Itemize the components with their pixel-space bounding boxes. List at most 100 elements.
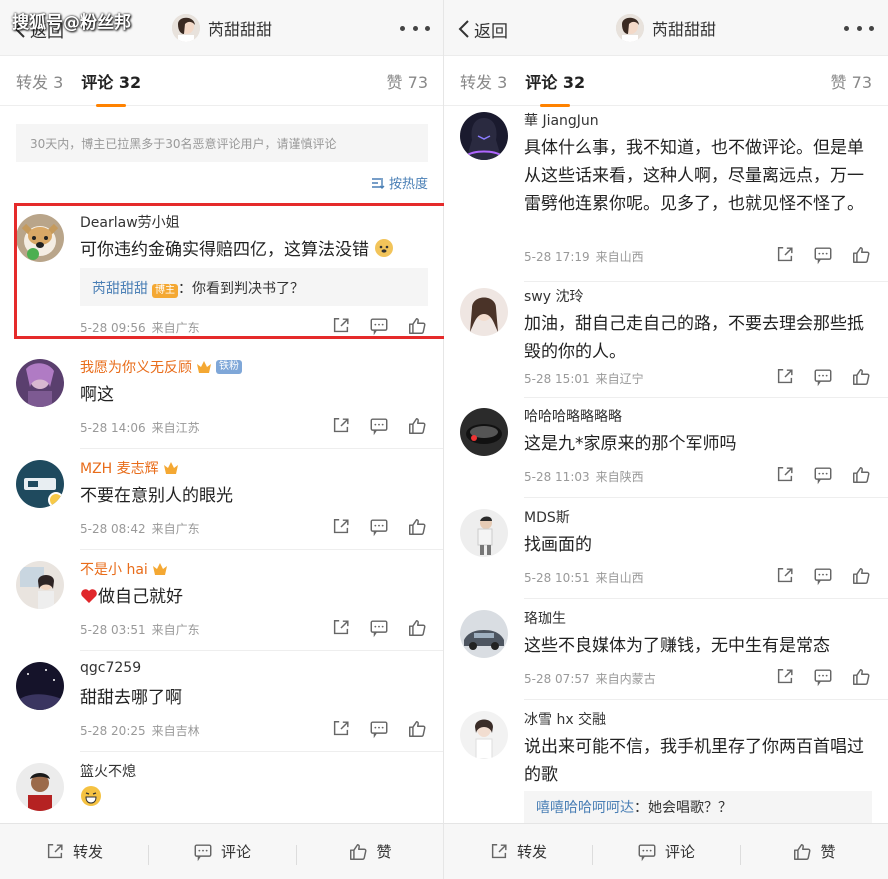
comment-actions bbox=[758, 666, 872, 688]
comment-location: 来自辽宁 bbox=[595, 372, 644, 386]
comment-icon[interactable] bbox=[812, 565, 834, 587]
bottom-like-button[interactable]: 赞 bbox=[740, 841, 888, 865]
comment-icon[interactable] bbox=[812, 666, 834, 688]
nested-reply[interactable]: 嘻嘻哈哈呵呵达：她会唱歌？？ bbox=[524, 791, 872, 823]
share-icon[interactable] bbox=[774, 565, 796, 587]
avatar[interactable] bbox=[460, 112, 508, 160]
comment-icon[interactable] bbox=[368, 617, 390, 639]
header-user[interactable]: 芮甜甜甜 bbox=[171, 14, 272, 42]
like-icon[interactable] bbox=[406, 315, 428, 337]
divider bbox=[80, 751, 444, 752]
more-options-icon[interactable] bbox=[400, 20, 430, 36]
tab-repost[interactable]: 转发 3 bbox=[460, 69, 507, 93]
comment-notice: 30天内，博主已拉黑多于30名恶意评论用户，请谨慎评论 bbox=[16, 124, 428, 162]
author-reply[interactable]: 芮甜甜甜 博主 ：你看到判决书了？ bbox=[80, 268, 428, 306]
tab-likes[interactable]: 赞 73 bbox=[831, 69, 872, 93]
comment-actions bbox=[758, 244, 872, 266]
commenter-name-text: 不是小 hai bbox=[80, 562, 148, 578]
right-bottom-action-bar: 转发 评论 赞 bbox=[444, 823, 888, 879]
back-button[interactable]: 返回 bbox=[458, 16, 508, 42]
tab-repost[interactable]: 转发 3 bbox=[16, 69, 63, 93]
commenter-name[interactable]: 哈哈哈略略略略 bbox=[524, 406, 622, 426]
tab-comments[interactable]: 评论 32 bbox=[525, 69, 585, 93]
share-icon[interactable] bbox=[330, 415, 352, 437]
commenter-name[interactable]: 不是小 hai bbox=[80, 559, 168, 579]
like-icon[interactable] bbox=[850, 366, 872, 388]
share-icon[interactable] bbox=[774, 366, 796, 388]
commenter-name[interactable]: 珞珈生 bbox=[524, 608, 566, 628]
commenter-name[interactable]: 冰雪 hx 交融 bbox=[524, 709, 606, 729]
divider bbox=[80, 549, 444, 550]
tab-likes[interactable]: 赞 73 bbox=[387, 69, 428, 93]
comment-item: swy 沈玲 加油，甜自己走自己的路，不要去理会那些抵毁的你的人。 5-28 1… bbox=[444, 286, 888, 398]
commenter-name[interactable]: swy 沈玲 bbox=[524, 286, 583, 306]
bottom-repost-button[interactable]: 转发 bbox=[0, 841, 148, 862]
comment-text: 可你违约金确实得赔四亿，这算法没错 bbox=[80, 236, 424, 264]
share-icon[interactable] bbox=[330, 718, 352, 740]
reply-author-name[interactable]: 芮甜甜甜 bbox=[92, 281, 148, 297]
comment-meta: 5-28 17:19 来自山西 bbox=[524, 248, 644, 265]
comment-meta: 5-28 08:42 来自广东 bbox=[80, 520, 200, 537]
avatar[interactable] bbox=[16, 214, 64, 262]
comment-icon bbox=[638, 843, 656, 860]
comment-icon[interactable] bbox=[812, 366, 834, 388]
avatar[interactable] bbox=[16, 359, 64, 407]
avatar[interactable] bbox=[16, 561, 64, 609]
blogger-badge: 博主 bbox=[152, 284, 178, 298]
comment-location: 来自江苏 bbox=[151, 421, 200, 435]
avatar[interactable] bbox=[460, 711, 508, 759]
avatar[interactable] bbox=[460, 408, 508, 456]
share-icon[interactable] bbox=[774, 666, 796, 688]
comment-icon[interactable] bbox=[812, 464, 834, 486]
reply-text: ：她会唱歌？？ bbox=[634, 800, 732, 816]
bottom-comment-button[interactable]: 评论 bbox=[592, 841, 740, 865]
avatar[interactable] bbox=[460, 610, 508, 658]
avatar[interactable] bbox=[460, 509, 508, 557]
header-user[interactable]: 芮甜甜甜 bbox=[615, 14, 716, 42]
like-icon[interactable] bbox=[406, 516, 428, 538]
like-icon[interactable] bbox=[850, 565, 872, 587]
divider bbox=[524, 281, 888, 282]
like-icon[interactable] bbox=[850, 464, 872, 486]
share-icon[interactable] bbox=[330, 315, 352, 337]
commenter-name[interactable]: 我愿为你义无反顾 铁粉 bbox=[80, 357, 242, 377]
commenter-name[interactable]: MDS斯 bbox=[524, 507, 570, 527]
reply-author-name[interactable]: 嘻嘻哈哈呵呵达 bbox=[536, 800, 634, 816]
like-icon[interactable] bbox=[850, 666, 872, 688]
bottom-repost-button[interactable]: 转发 bbox=[444, 841, 592, 862]
bottom-like-button[interactable]: 赞 bbox=[296, 841, 444, 865]
avatar[interactable] bbox=[16, 763, 64, 811]
commenter-name[interactable]: qgc7259 bbox=[80, 660, 141, 676]
share-icon[interactable] bbox=[774, 244, 796, 266]
avatar[interactable] bbox=[16, 460, 64, 508]
comment-icon[interactable] bbox=[368, 415, 390, 437]
tab-comments[interactable]: 评论 32 bbox=[81, 69, 141, 93]
comment-icon[interactable] bbox=[812, 244, 834, 266]
comment-icon[interactable] bbox=[368, 718, 390, 740]
share-icon[interactable] bbox=[330, 617, 352, 639]
share-icon[interactable] bbox=[774, 464, 796, 486]
avatar[interactable] bbox=[16, 662, 64, 710]
bottom-comment-button[interactable]: 评论 bbox=[148, 841, 296, 865]
like-icon[interactable] bbox=[406, 718, 428, 740]
comment-actions bbox=[314, 516, 428, 538]
like-icon[interactable] bbox=[850, 244, 872, 266]
commenter-name[interactable]: MZH 麦志辉 bbox=[80, 458, 179, 478]
comment-location: 来自山西 bbox=[595, 250, 644, 264]
comment-item: 篮火不熄 bbox=[0, 761, 444, 821]
commenter-name[interactable]: 篮火不熄 bbox=[80, 761, 136, 781]
comment-date: 5-28 10:51 bbox=[524, 571, 590, 585]
more-options-icon[interactable] bbox=[844, 20, 874, 36]
like-icon[interactable] bbox=[406, 617, 428, 639]
sort-button[interactable]: 按热度 bbox=[371, 173, 428, 192]
commenter-name[interactable]: 華 JiangJun bbox=[524, 110, 599, 130]
header-avatar bbox=[615, 14, 644, 42]
commenter-name[interactable]: Dearlaw劳小姐 bbox=[80, 212, 180, 232]
comment-icon[interactable] bbox=[368, 315, 390, 337]
share-icon[interactable] bbox=[330, 516, 352, 538]
like-icon[interactable] bbox=[406, 415, 428, 437]
bottom-comment-label: 评论 bbox=[220, 843, 251, 861]
avatar[interactable] bbox=[460, 288, 508, 336]
comment-icon[interactable] bbox=[368, 516, 390, 538]
left-tab-bar: 转发 3 评论 32 赞 73 bbox=[0, 56, 444, 106]
